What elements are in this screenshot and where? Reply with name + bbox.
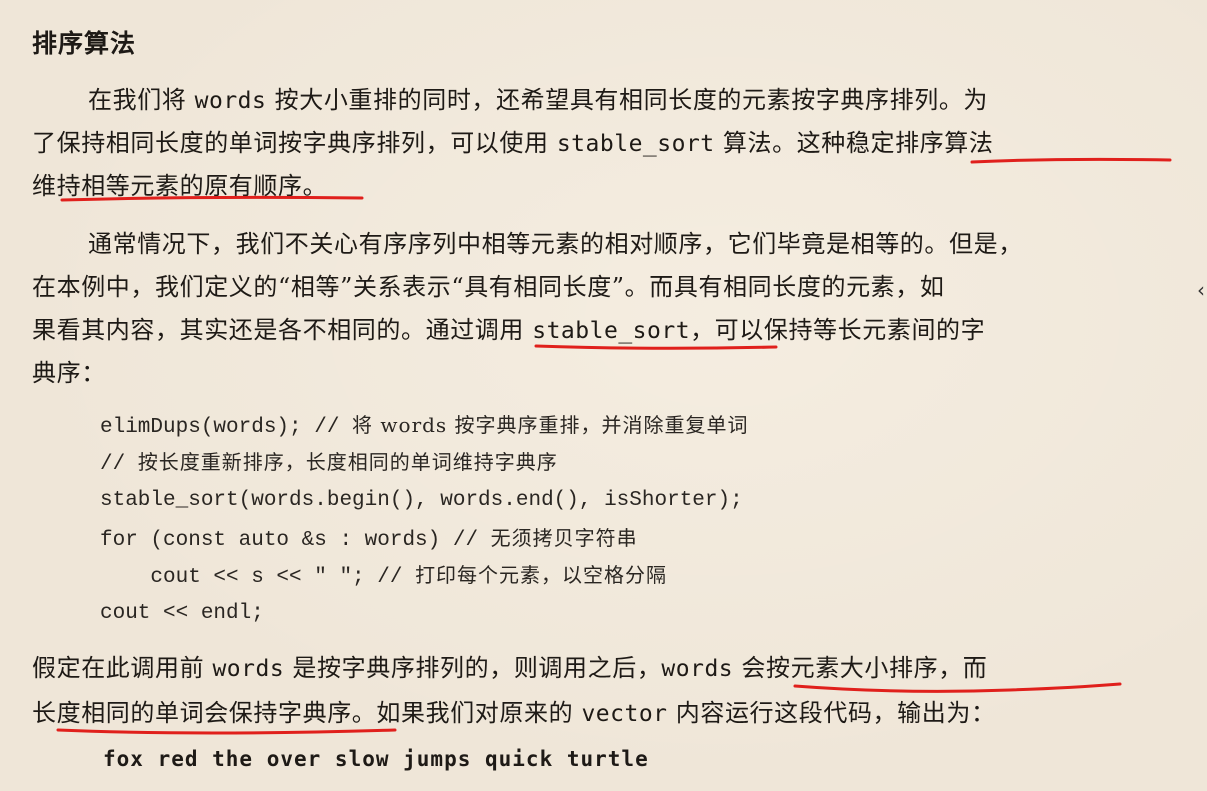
paragraph-2-line-1: 通常情况下，我们不关心有序序列中相等元素的相对顺序，它们毕竟是相等的。但是， <box>88 230 1023 258</box>
paragraph-2-line-2: 在本例中，我们定义的“相等”关系表示“具有相同长度”。而具有相同长度的元素，如 <box>32 273 945 301</box>
code-term-stable-sort: stable_sort <box>532 318 691 344</box>
code-line-5: cout << s << " "; // 打印每个元素，以空格分隔 <box>100 556 667 597</box>
text-span: 了保持相同长度的单词按字典序排列，可以使用 <box>32 129 557 157</box>
text-span: 会按元素大小排序，而 <box>733 654 988 682</box>
text-span: 长度相同的单词会保持字典序。如果我们对原来的 <box>32 699 582 727</box>
paragraph-2-line-3: 果看其内容，其实还是各不相同的。通过调用 stable_sort，可以保持等长元… <box>32 310 1182 351</box>
paragraph-2-line-4: 典序： <box>32 359 106 387</box>
program-output: fox red the over slow jumps quick turtle <box>103 747 649 771</box>
code-line-2: // 按长度重新排序，长度相同的单词维持字典序 <box>100 443 558 484</box>
text-span: ，可以保持等长元素间的字 <box>690 316 986 344</box>
code-line-3: stable_sort(words.begin(), words.end(), … <box>100 482 743 520</box>
code-comment: 将 words 按字典序重排，并消除重复单词 <box>352 413 749 437</box>
code-comment: 按长度重新排序，长度相同的单词维持字典序 <box>137 450 558 474</box>
code-text: stable_sort(words.begin(), words.end(), … <box>100 489 743 512</box>
paragraph-1-line-1: 在我们将 words 按大小重排的同时，还希望具有相同长度的元素按字典序排列。为 <box>32 80 1207 121</box>
code-term-words: words <box>212 656 285 682</box>
paragraph-3-line-2: 长度相同的单词会保持字典序。如果我们对原来的 vector 内容运行这段代码，输… <box>32 693 1182 734</box>
code-line-4: for (const auto &s : words) // 无须拷贝字符串 <box>100 519 638 560</box>
code-text: cout << endl; <box>100 602 264 625</box>
paragraph-3-line-1: 假定在此调用前 words 是按字典序排列的，则调用之后，words 会按元素大… <box>32 648 1182 689</box>
code-text: // <box>100 453 138 476</box>
code-comment: 打印每个元素，以空格分隔 <box>415 563 668 587</box>
code-text: for (const auto &s : words) // <box>100 529 491 552</box>
paragraph-1-line-2: 了保持相同长度的单词按字典序排列，可以使用 stable_sort 算法。这种稳… <box>32 123 1182 164</box>
code-comment: 无须拷贝字符串 <box>490 526 638 550</box>
code-line-1: elimDups(words); // 将 words 按字典序重排，并消除重复… <box>100 406 749 447</box>
code-term-words: words <box>661 656 734 682</box>
margin-mark: ‹ <box>1197 278 1205 302</box>
code-line-6: cout << endl; <box>100 595 264 633</box>
text-span: 是按字典序排列的，则调用之后， <box>284 654 662 682</box>
text-span: 果看其内容，其实还是各不相同的。通过调用 <box>32 316 533 344</box>
text-span: 算法。这种稳定排序算法 <box>714 129 994 157</box>
text-span: 按大小重排的同时，还希望具有相同长度的元素按字典序排列。为 <box>266 86 989 114</box>
code-text: cout << s << " "; // <box>100 566 416 589</box>
text-span: 假定在此调用前 <box>32 654 213 682</box>
paragraph-1-line-3: 维持相等元素的原有顺序。 <box>32 172 328 200</box>
text-span: 在我们将 <box>88 86 195 114</box>
section-heading: 排序算法 <box>32 29 137 58</box>
book-page: 排序算法 在我们将 words 按大小重排的同时，还希望具有相同长度的元素按字典… <box>0 0 1207 791</box>
code-text: elimDups(words); // <box>100 416 353 439</box>
code-term-stable-sort: stable_sort <box>556 131 715 157</box>
code-term-words: words <box>194 88 267 114</box>
code-term-vector: vector <box>581 701 668 727</box>
text-span: 内容运行这段代码，输出为： <box>667 699 996 727</box>
